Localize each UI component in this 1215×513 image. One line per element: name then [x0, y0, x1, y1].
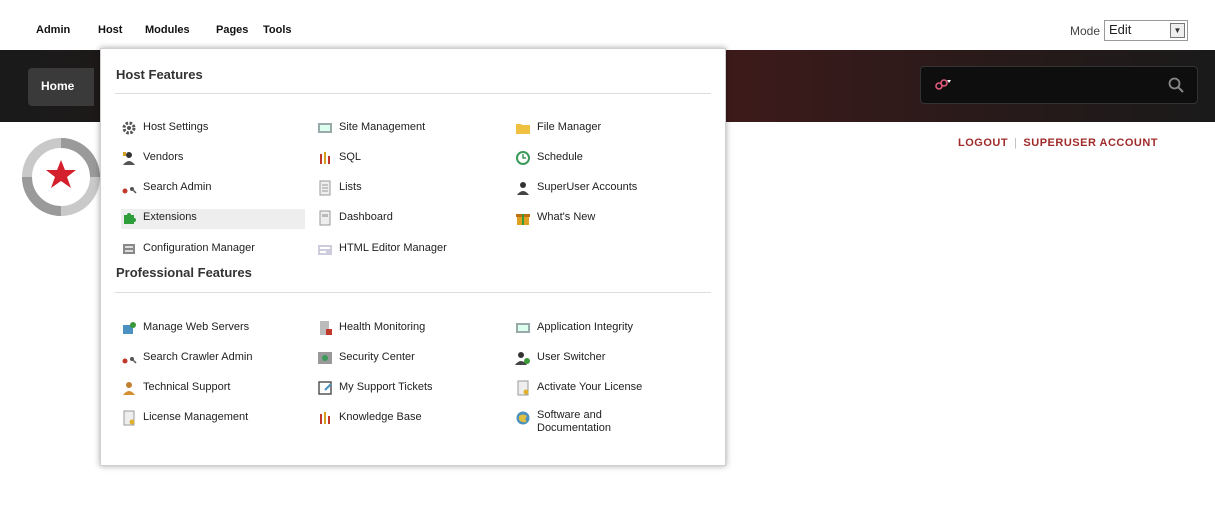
menu-item-my-support-tickets[interactable]: My Support Tickets	[317, 379, 497, 399]
logout-link[interactable]: LOGOUT	[958, 137, 1008, 149]
professional-features-title: Professional Features	[116, 265, 252, 280]
admin-menu-bar: Admin Host Modules Pages Tools Mode Edit…	[0, 0, 1215, 50]
chevron-down-icon[interactable]: ▼	[1170, 23, 1185, 38]
license-icon	[517, 380, 529, 396]
menu-item-superuser-accounts[interactable]: SuperUser Accounts	[515, 179, 705, 199]
security-icon	[318, 352, 332, 364]
user-icon	[517, 182, 529, 195]
config-icon	[123, 244, 135, 254]
dashboard-icon	[319, 210, 331, 226]
home-label: Home	[41, 79, 75, 93]
mode-label: Mode	[1070, 24, 1101, 38]
mode-value: Edit	[1109, 22, 1132, 37]
license-manage-icon	[123, 410, 135, 426]
menu-item-search-crawler-admin[interactable]: Search Crawler Admin	[121, 349, 301, 369]
list-icon	[319, 180, 331, 196]
vendor-icon	[123, 152, 135, 165]
link-separator: |	[1014, 137, 1018, 149]
folder-icon	[516, 124, 530, 134]
menu-item-activate-your-license[interactable]: Activate Your License	[515, 379, 705, 399]
menu-item-site-management[interactable]: Site Management	[317, 119, 497, 139]
host-features-title: Host Features	[116, 67, 203, 82]
menu-pages[interactable]: Pages	[216, 24, 248, 36]
site-logo	[22, 138, 100, 216]
user-switch-icon	[515, 352, 530, 365]
menu-item-vendors[interactable]: Vendors	[121, 149, 301, 169]
crawler-icon	[122, 357, 137, 364]
menu-item-schedule[interactable]: Schedule	[515, 149, 695, 169]
menu-item-knowledge-base[interactable]: Knowledge Base	[317, 409, 497, 429]
professional-divider	[115, 292, 711, 293]
integrity-icon	[516, 323, 530, 333]
menu-item-dashboard[interactable]: Dashboard	[317, 209, 497, 229]
superuser-account-link[interactable]: SUPERUSER ACCOUNT	[1023, 137, 1158, 149]
gift-icon	[516, 214, 530, 225]
search-engine-icon[interactable]	[933, 76, 951, 94]
mode-select[interactable]: Edit ▼	[1104, 20, 1188, 41]
host-dropdown-menu: Host Features Host Settings Vendors Sear…	[100, 48, 726, 466]
menu-admin[interactable]: Admin	[36, 24, 70, 36]
menu-item-html-editor-manager[interactable]: HTML Editor Manager	[317, 240, 507, 260]
editor-icon	[318, 245, 332, 255]
host-divider	[115, 93, 711, 94]
menu-item-file-manager[interactable]: File Manager	[515, 119, 695, 139]
menu-item-application-integrity[interactable]: Application Integrity	[515, 319, 705, 339]
menu-item-lists[interactable]: Lists	[317, 179, 497, 199]
menu-item-search-admin[interactable]: Search Admin	[121, 179, 301, 199]
knowledge-icon	[320, 412, 330, 424]
menu-modules[interactable]: Modules	[145, 24, 190, 36]
menu-item-license-management[interactable]: License Management	[121, 409, 301, 429]
support-icon	[123, 382, 135, 395]
server-icon	[123, 322, 136, 334]
menu-item-whats-new[interactable]: What's New	[515, 209, 695, 229]
home-button[interactable]: Home	[28, 68, 94, 106]
ticket-icon	[318, 381, 332, 395]
menu-item-host-settings[interactable]: Host Settings	[121, 119, 301, 139]
search-box[interactable]	[920, 66, 1198, 104]
search-admin-icon	[122, 187, 137, 194]
menu-host[interactable]: Host	[98, 24, 122, 36]
menu-item-configuration-manager[interactable]: Configuration Manager	[121, 240, 301, 260]
docs-icon	[516, 411, 530, 425]
menu-item-extensions[interactable]: Extensions	[121, 209, 305, 229]
menu-item-security-center[interactable]: Security Center	[317, 349, 497, 369]
puzzle-icon	[124, 213, 136, 224]
menu-item-software-and-documentation[interactable]: Software and Documentation	[515, 409, 695, 443]
sql-icon	[320, 152, 330, 164]
menu-item-health-monitoring[interactable]: Health Monitoring	[317, 319, 497, 339]
menu-item-technical-support[interactable]: Technical Support	[121, 379, 301, 399]
menu-item-user-switcher[interactable]: User Switcher	[515, 349, 695, 369]
menu-item-manage-web-servers[interactable]: Manage Web Servers	[121, 319, 301, 339]
user-links: LOGOUT | SUPERUSER ACCOUNT	[958, 137, 1158, 149]
gear-icon	[122, 121, 136, 135]
schedule-icon	[516, 151, 530, 165]
menu-tools[interactable]: Tools	[263, 24, 292, 36]
health-icon	[320, 321, 332, 335]
search-icon[interactable]	[1167, 76, 1185, 94]
site-icon	[318, 123, 332, 133]
menu-item-sql[interactable]: SQL	[317, 149, 497, 169]
